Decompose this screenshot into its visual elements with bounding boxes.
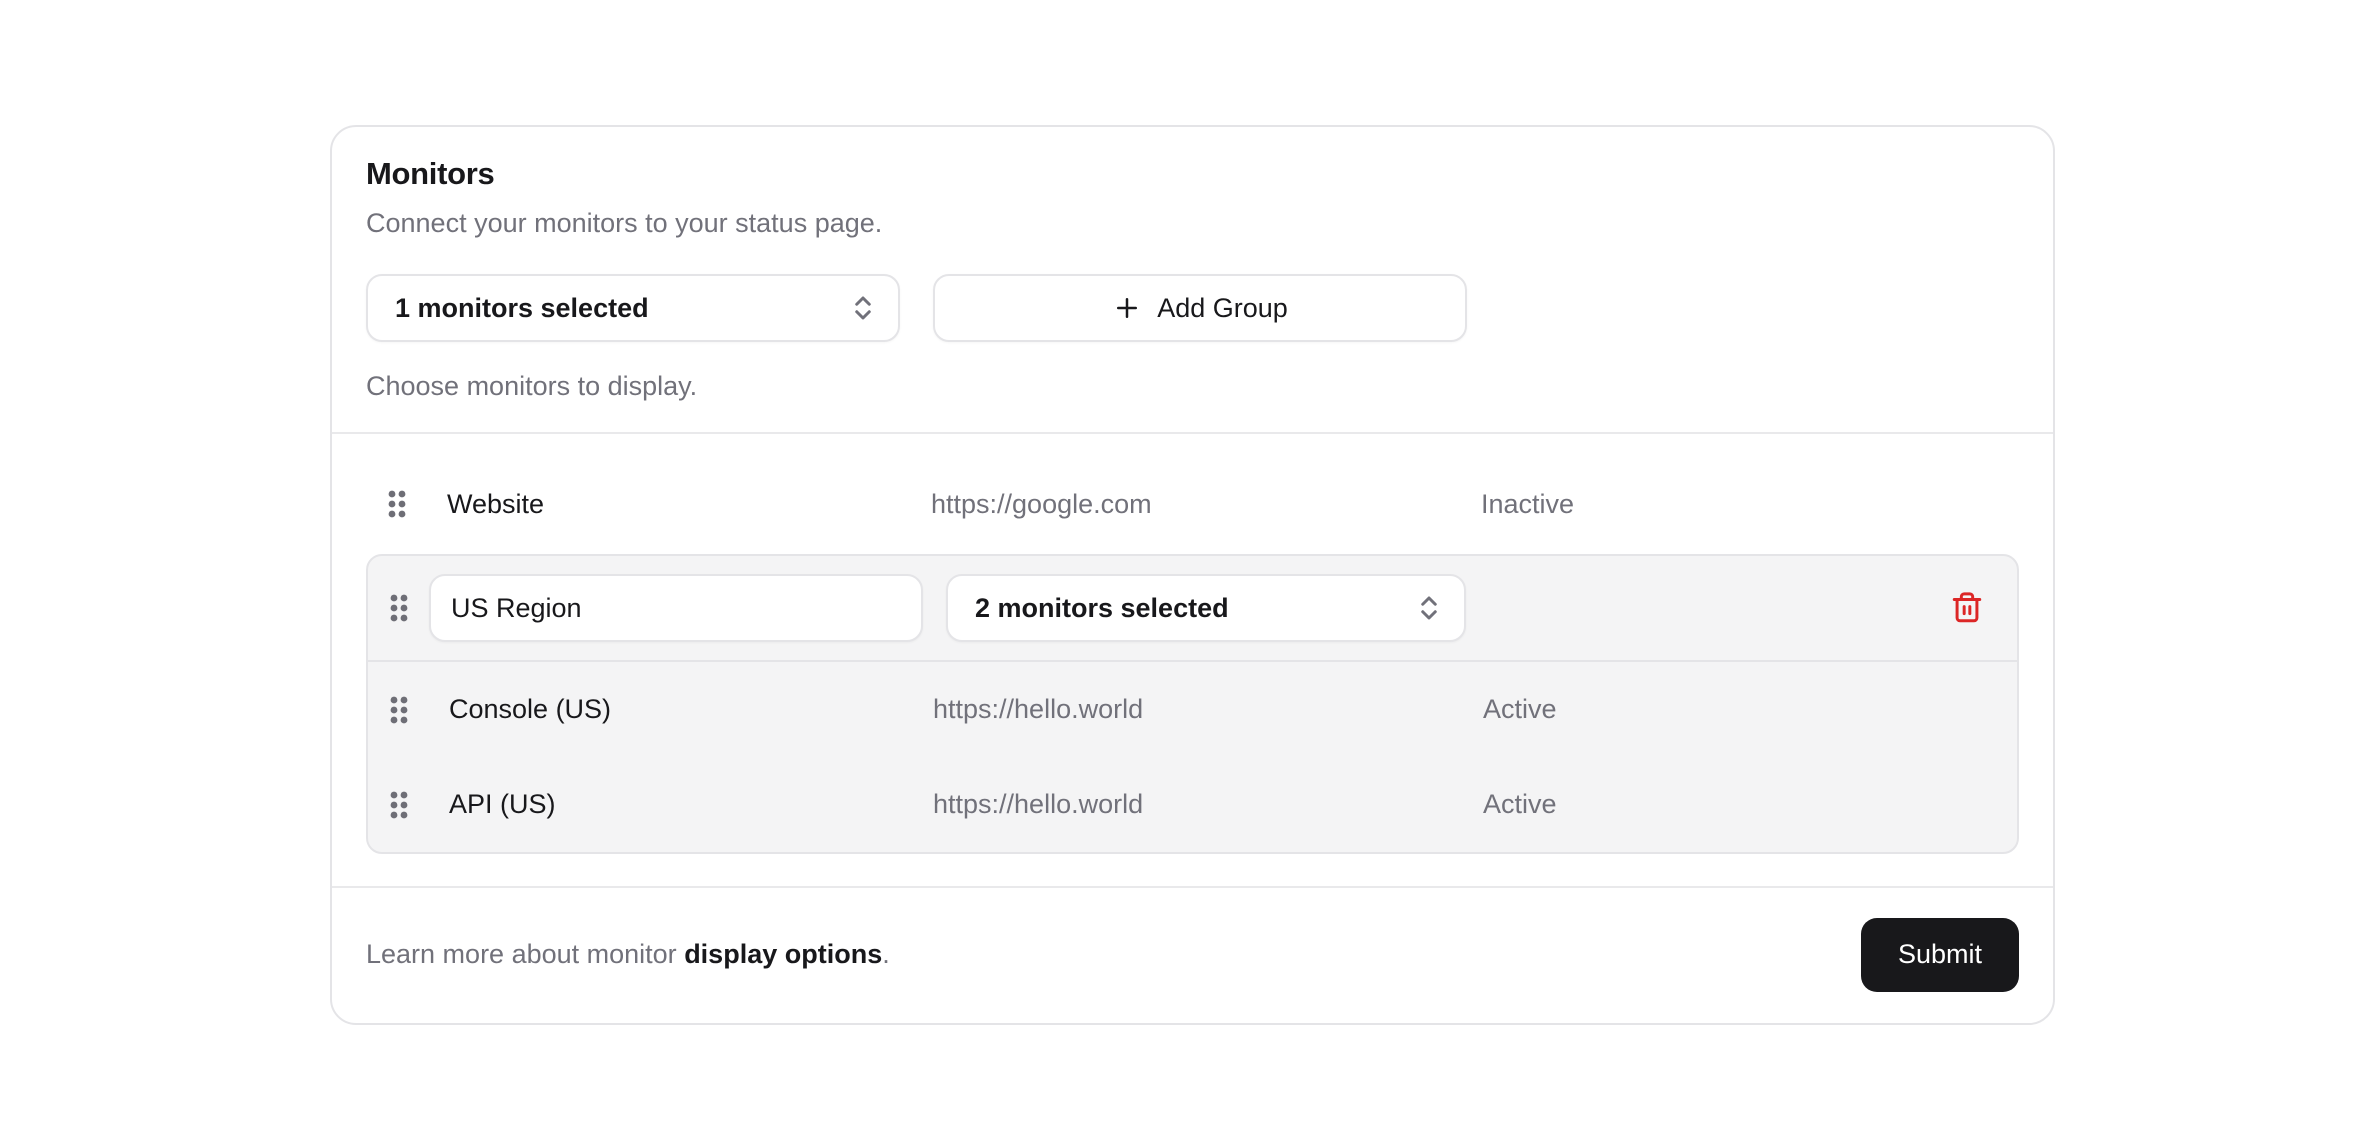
monitor-url: https://hello.world — [933, 789, 1483, 820]
monitor-row-console-us[interactable]: Console (US) https://hello.world Active — [368, 662, 2017, 757]
monitor-name: API (US) — [449, 789, 933, 820]
add-group-label: Add Group — [1157, 293, 1288, 324]
learn-more-prefix: Learn more about monitor — [366, 939, 684, 969]
display-options-link[interactable]: display options — [684, 939, 882, 969]
drag-handle-icon[interactable] — [388, 490, 406, 518]
monitors-card: Monitors Connect your monitors to your s… — [330, 125, 2055, 1025]
card-footer: Learn more about monitor display options… — [332, 888, 2053, 1021]
group-header: 2 monitors selected — [368, 556, 2017, 660]
monitor-status: Active — [1483, 789, 2017, 820]
drag-handle-icon[interactable] — [390, 594, 408, 622]
drag-handle-icon[interactable] — [390, 791, 408, 819]
controls-row: 1 monitors selected Add Group — [366, 274, 2019, 342]
monitor-row-api-us[interactable]: API (US) https://hello.world Active — [368, 757, 2017, 852]
group-monitors-select[interactable]: 2 monitors selected — [946, 574, 1466, 642]
chevrons-up-down-icon — [1414, 593, 1444, 623]
monitor-list: Website https://google.com Inactive 2 mo… — [332, 434, 2053, 886]
page-subtitle: Connect your monitors to your status pag… — [366, 205, 2019, 241]
plus-icon — [1112, 293, 1142, 323]
monitor-row-website[interactable]: Website https://google.com Inactive — [366, 454, 2019, 554]
group-name-input[interactable] — [429, 574, 923, 642]
drag-handle-icon[interactable] — [390, 696, 408, 724]
learn-more-suffix: . — [882, 939, 890, 969]
monitor-url: https://google.com — [931, 489, 1481, 520]
monitor-status: Inactive — [1481, 489, 2019, 520]
page-title: Monitors — [366, 155, 2019, 193]
submit-button[interactable]: Submit — [1861, 918, 2019, 992]
add-group-button[interactable]: Add Group — [933, 274, 1467, 342]
group-monitors-select-value: 2 monitors selected — [975, 593, 1229, 624]
monitor-status: Active — [1483, 694, 2017, 725]
monitors-select-value: 1 monitors selected — [395, 293, 649, 324]
monitor-url: https://hello.world — [933, 694, 1483, 725]
card-header: Monitors Connect your monitors to your s… — [332, 127, 2053, 432]
monitor-group: 2 monitors selected — [366, 554, 2019, 854]
monitors-select[interactable]: 1 monitors selected — [366, 274, 900, 342]
learn-more-text: Learn more about monitor display options… — [366, 939, 890, 970]
chevrons-up-down-icon — [848, 293, 878, 323]
trash-icon — [1950, 591, 1984, 625]
helper-text: Choose monitors to display. — [366, 368, 2019, 404]
delete-group-button[interactable] — [1943, 584, 1991, 632]
monitor-name: Website — [447, 489, 931, 520]
monitor-name: Console (US) — [449, 694, 933, 725]
